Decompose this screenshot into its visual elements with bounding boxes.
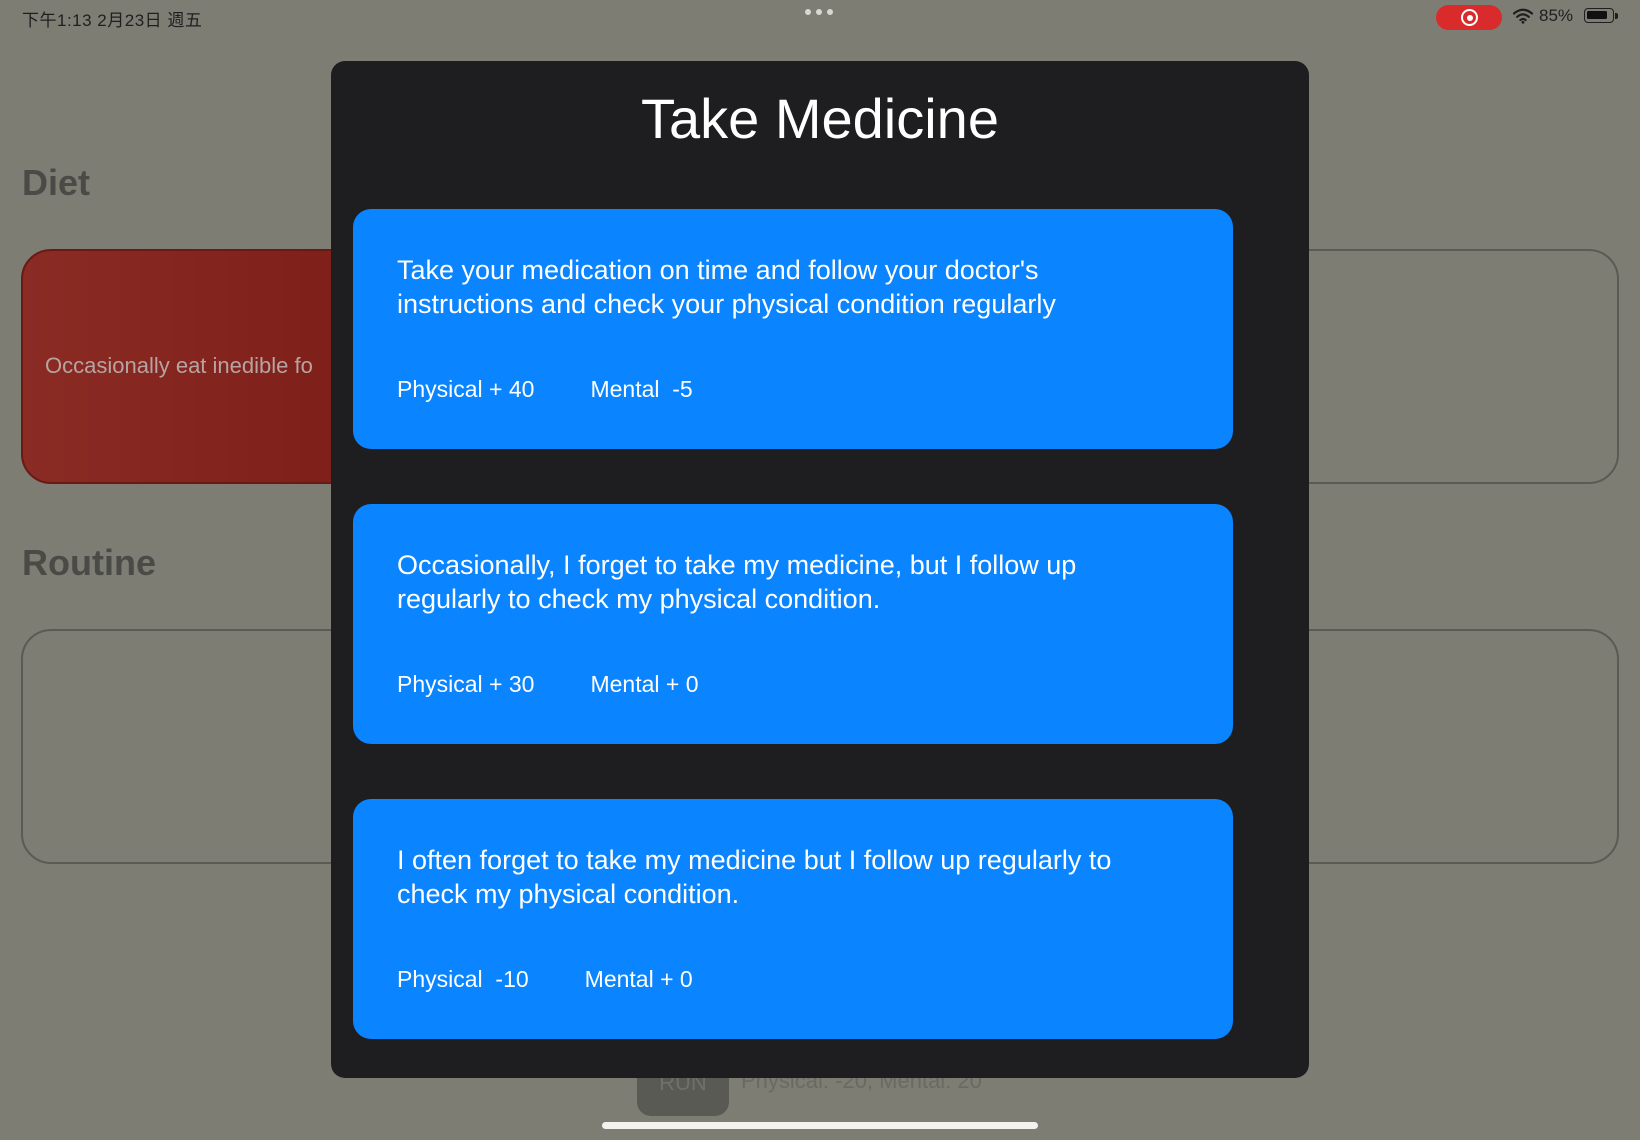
option-stats: Physical + 40 Mental -5 bbox=[397, 376, 693, 403]
physical-effect: Physical + 40 bbox=[397, 376, 535, 402]
option-stats: Physical + 30 Mental + 0 bbox=[397, 671, 699, 698]
option-stats: Physical -10 Mental + 0 bbox=[397, 966, 693, 993]
option-card-2[interactable]: Occasionally, I forget to take my medici… bbox=[353, 504, 1233, 744]
routine-card-right[interactable] bbox=[1270, 629, 1619, 864]
option-description: Occasionally, I forget to take my medici… bbox=[397, 550, 1077, 614]
battery-icon bbox=[1584, 8, 1618, 23]
option-description: Take your medication on time and follow … bbox=[397, 255, 1056, 319]
status-time: 下午1:13 2月23日 週五 bbox=[22, 11, 203, 30]
physical-effect: Physical + 30 bbox=[397, 671, 535, 697]
wifi-icon bbox=[1513, 8, 1533, 24]
modal-title: Take Medicine bbox=[641, 87, 999, 150]
diet-section-title: Diet bbox=[22, 162, 91, 203]
mental-effect: Mental + 0 bbox=[590, 671, 699, 697]
mental-effect: Mental -5 bbox=[590, 376, 693, 402]
option-description: I often forget to take my medicine but I… bbox=[397, 845, 1112, 909]
status-bar: 下午1:13 2月23日 週五 85% bbox=[0, 0, 1640, 34]
battery-level bbox=[1587, 11, 1607, 19]
option-card-1[interactable]: Take your medication on time and follow … bbox=[353, 209, 1233, 449]
mental-effect: Mental + 0 bbox=[584, 966, 693, 992]
screen-record-icon[interactable] bbox=[1436, 5, 1502, 30]
diet-card-text: Occasionally eat inedible fo bbox=[45, 353, 313, 378]
home-indicator[interactable] bbox=[602, 1122, 1038, 1129]
diet-card-right[interactable] bbox=[1270, 249, 1619, 484]
routine-section-title: Routine bbox=[22, 542, 156, 583]
take-medicine-modal: Take Medicine Take your medication on ti… bbox=[331, 61, 1309, 1078]
option-card-3[interactable]: I often forget to take my medicine but I… bbox=[353, 799, 1233, 1039]
physical-effect: Physical -10 bbox=[397, 966, 529, 992]
multitasking-dots-icon[interactable] bbox=[805, 9, 833, 15]
battery-percentage: 85% bbox=[1539, 6, 1574, 25]
